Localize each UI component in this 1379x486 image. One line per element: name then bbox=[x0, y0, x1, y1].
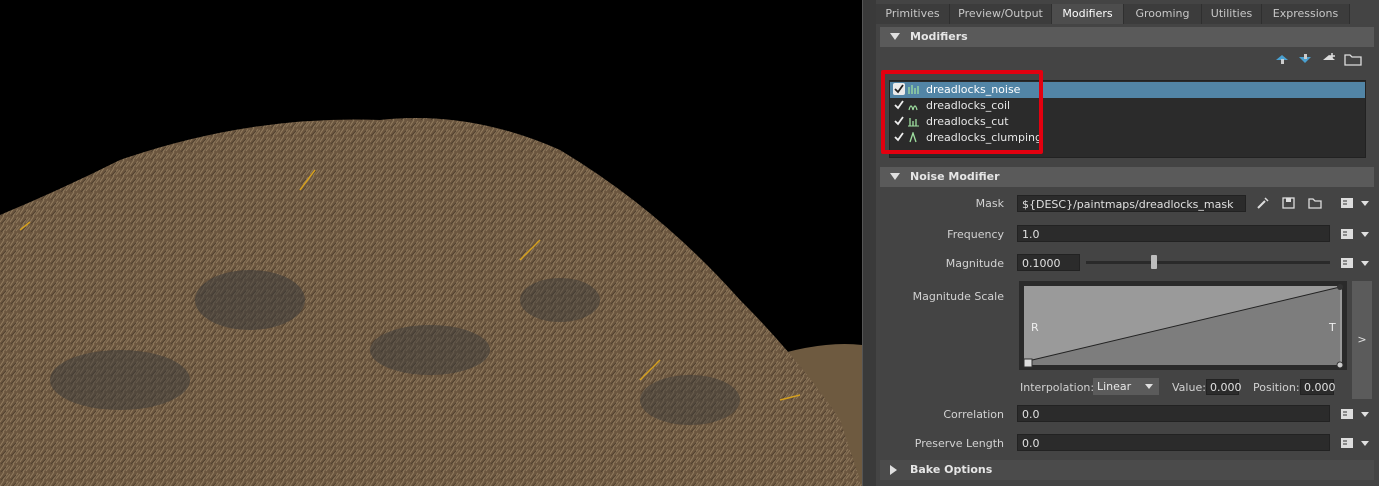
ramp-root-label: R bbox=[1031, 321, 1039, 334]
chevron-down-icon[interactable] bbox=[1361, 261, 1369, 266]
tab-modifiers[interactable]: Modifiers bbox=[1052, 4, 1124, 24]
magnitude-field[interactable]: 0.1000 bbox=[1017, 254, 1080, 271]
open-folder-icon[interactable] bbox=[1308, 197, 1322, 209]
magnitude-slider-handle[interactable] bbox=[1151, 255, 1158, 269]
position-field[interactable]: 0.000 bbox=[1300, 379, 1336, 395]
fur-render bbox=[0, 118, 862, 486]
value-field[interactable]: 0.000 bbox=[1206, 379, 1242, 395]
collapse-arrow-icon bbox=[890, 33, 900, 40]
modifiers-section-header[interactable]: Modifiers bbox=[880, 27, 1374, 47]
save-icon[interactable] bbox=[1282, 197, 1296, 209]
interpolation-value: Linear bbox=[1097, 380, 1132, 393]
chevron-down-icon[interactable] bbox=[1361, 201, 1369, 206]
interpolation-label: Interpolation: bbox=[1020, 381, 1095, 394]
chevron-down-icon bbox=[1145, 384, 1153, 389]
section-title: Modifiers bbox=[910, 30, 968, 43]
chevron-down-icon[interactable] bbox=[1361, 412, 1369, 417]
panel-divider[interactable] bbox=[862, 0, 876, 486]
move-up-icon[interactable] bbox=[1274, 52, 1290, 66]
magnitude-scale-label: Magnitude Scale bbox=[912, 290, 1004, 303]
chevron-down-icon[interactable] bbox=[1361, 232, 1369, 237]
expression-icon[interactable] bbox=[1340, 228, 1354, 240]
expression-icon[interactable] bbox=[1340, 408, 1354, 420]
highlight-box bbox=[881, 70, 1043, 154]
magnitude-label: Magnitude bbox=[945, 257, 1004, 270]
noise-modifier-section-header[interactable]: Noise Modifier bbox=[880, 167, 1374, 187]
paint-brush-icon[interactable] bbox=[1256, 197, 1270, 209]
collapse-arrow-icon bbox=[890, 173, 900, 180]
magnitude-scale-ramp[interactable]: R T bbox=[1019, 281, 1347, 370]
frequency-label: Frequency bbox=[947, 228, 1004, 241]
magnitude-slider-track[interactable] bbox=[1086, 261, 1330, 264]
tab-bar: Primitives Preview/Output Modifiers Groo… bbox=[876, 4, 1379, 24]
preserve-length-label: Preserve Length bbox=[914, 437, 1004, 450]
tab-preview-output[interactable]: Preview/Output bbox=[950, 4, 1052, 24]
tab-expressions[interactable]: Expressions bbox=[1262, 4, 1350, 24]
ramp-tip-label: T bbox=[1329, 321, 1336, 334]
mask-field[interactable]: ${DESC}/paintmaps/dreadlocks_mask bbox=[1017, 195, 1246, 212]
section-title: Bake Options bbox=[910, 463, 993, 476]
tab-primitives[interactable]: Primitives bbox=[876, 4, 950, 24]
tab-utilities[interactable]: Utilities bbox=[1202, 4, 1262, 24]
expand-arrow-icon bbox=[890, 465, 897, 475]
expression-icon[interactable] bbox=[1340, 197, 1354, 209]
mask-label: Mask bbox=[975, 197, 1004, 210]
add-modifier-icon[interactable] bbox=[1321, 52, 1337, 66]
interpolation-select[interactable]: Linear bbox=[1093, 378, 1159, 395]
frequency-field[interactable]: 1.0 bbox=[1017, 225, 1330, 242]
ramp-curve bbox=[1023, 284, 1344, 369]
expression-icon[interactable] bbox=[1340, 437, 1354, 449]
bake-options-section-header[interactable]: Bake Options bbox=[880, 460, 1374, 480]
expand-ramp-button[interactable]: > bbox=[1352, 281, 1372, 399]
folder-icon[interactable] bbox=[1344, 52, 1362, 66]
position-label: Position: bbox=[1253, 381, 1300, 394]
value-label: Value: bbox=[1172, 381, 1206, 394]
preserve-length-field[interactable]: 0.0 bbox=[1017, 434, 1330, 451]
viewport-3d[interactable] bbox=[0, 0, 862, 486]
correlation-field[interactable]: 0.0 bbox=[1017, 405, 1330, 422]
chevron-down-icon[interactable] bbox=[1361, 441, 1369, 446]
expression-icon[interactable] bbox=[1340, 257, 1354, 269]
section-title: Noise Modifier bbox=[910, 170, 1000, 183]
correlation-label: Correlation bbox=[943, 408, 1004, 421]
tab-grooming[interactable]: Grooming bbox=[1124, 4, 1202, 24]
move-down-icon[interactable] bbox=[1297, 52, 1313, 66]
